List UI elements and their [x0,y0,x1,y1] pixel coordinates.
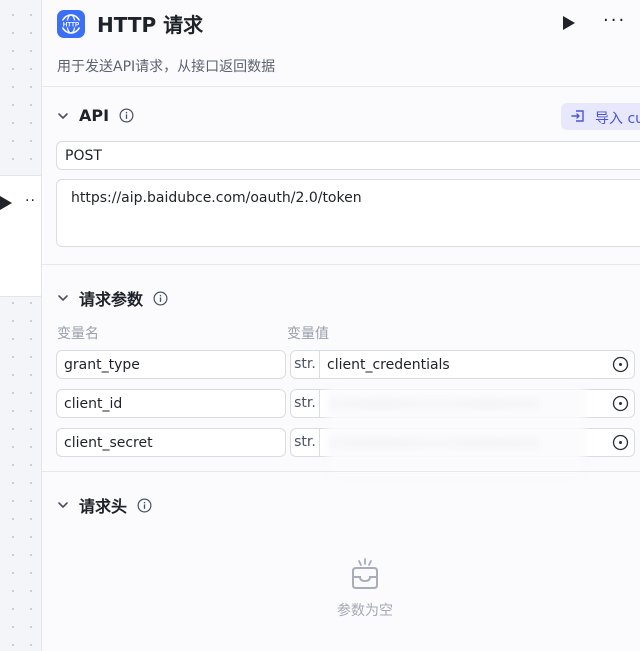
chevron-down-icon[interactable] [57,499,69,511]
run-button[interactable] [562,15,576,31]
more-icon[interactable]: ·· [25,193,36,209]
info-icon[interactable] [137,498,152,513]
type-tag[interactable]: str. [291,390,320,417]
node-title[interactable]: HTTP 请求 [97,9,203,38]
param-name-input[interactable]: grant_type [56,350,286,379]
type-tag[interactable]: str. [291,429,320,456]
variable-reference-icon[interactable] [612,395,629,412]
import-label: 导入 cu [595,111,640,127]
info-icon[interactable] [119,108,134,123]
canvas-node-partial[interactable]: ·· [0,175,45,297]
variable-reference-icon[interactable] [612,356,629,373]
params-section-header[interactable]: 请求参数 [57,286,168,310]
type-tag[interactable]: str. [291,351,320,378]
section-title: API [79,106,110,125]
headers-section-header[interactable]: 请求头 [57,493,152,517]
info-icon[interactable] [153,291,168,306]
param-name-input[interactable]: client_id [56,389,286,418]
section-title: 请求参数 [79,290,144,309]
workflow-canvas[interactable] [0,0,42,651]
empty-tray-icon [352,558,378,589]
panel-header: HTTP HTTP 请求 ··· [42,0,640,48]
http-node-panel: HTTP HTTP 请求 ··· 用于发送API请求，从接口返回数据 API 导… [41,0,640,651]
method-select[interactable]: POST [56,141,640,170]
node-description[interactable]: 用于发送API请求，从接口返回数据 [57,56,275,76]
param-name-input[interactable]: client_secret [56,428,286,457]
column-header-value: 变量值 [287,326,329,342]
section-title: 请求头 [79,497,128,516]
api-section-header[interactable]: API [57,106,134,125]
param-value-input[interactable]: str. client_credentials [290,350,635,379]
empty-state-text: 参数为空 [337,603,393,619]
import-icon [571,110,584,122]
import-curl-button[interactable]: 导入 cu [561,103,640,130]
divider [42,471,640,472]
logo-text: HTTP [63,22,79,29]
divider [42,264,640,265]
chevron-down-icon[interactable] [57,110,69,122]
more-options-button[interactable]: ··· [603,10,626,31]
divider [42,86,640,87]
column-header-name: 变量名 [57,326,99,342]
chevron-down-icon[interactable] [57,292,69,304]
url-input[interactable]: https://aip.baidubce.com/oauth/2.0/token [56,179,640,247]
http-logo-icon: HTTP [57,10,85,38]
redaction-overlay [327,386,585,478]
param-value: client_credentials [327,357,450,373]
play-icon[interactable] [0,196,12,210]
variable-reference-icon[interactable] [612,434,629,451]
